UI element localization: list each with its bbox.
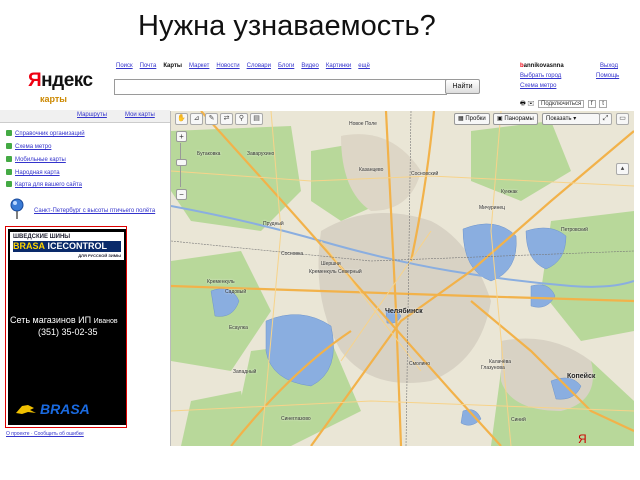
map-label: Есаулка	[229, 325, 248, 331]
ruler-tool-icon[interactable]: ⊿	[190, 113, 203, 125]
zoom-control[interactable]: + −	[176, 131, 187, 201]
svg-text:BRASA: BRASA	[40, 401, 90, 417]
tab-my-maps[interactable]: Мои карты	[125, 112, 155, 118]
show-layers-select[interactable]: Показать ▾	[542, 113, 600, 125]
sidebar-footer-links[interactable]: О проекте · Сообщить об ошибке	[6, 431, 84, 437]
map-label: Кременкуль Северный	[309, 269, 362, 275]
sidebar-tabs: Маршруты Мои карты	[0, 110, 170, 123]
ad-shops-text: Сеть магазинов ИП Иванов	[10, 315, 118, 325]
map-label: Сосновский	[411, 171, 439, 177]
hand-tool-icon[interactable]: ✋	[175, 113, 188, 125]
service-link[interactable]: Картинки	[326, 63, 351, 69]
services-nav: Поиск Почта Карты Маркет Новости Словари Блоги…	[116, 63, 377, 69]
ad-tagline: ШВЕДСКИЕ ШИНЫ	[13, 234, 71, 240]
slide-title: Нужна узнаваемость?	[138, 10, 436, 42]
map-label: Глазунова	[481, 365, 505, 371]
map-label: Заварухино	[247, 151, 275, 157]
traffic-button[interactable]: ▦ Пробки	[454, 113, 490, 125]
ad-phone: (351) 35-02-35	[38, 327, 98, 337]
city-label: Челябинск	[385, 308, 423, 315]
directory-icon	[6, 130, 12, 136]
map-label: Кунжак	[501, 189, 518, 195]
username-link[interactable]: bannikovasnna	[520, 63, 564, 69]
zoom-in-icon[interactable]: +	[176, 131, 187, 142]
kopeysk-label: Копейск	[567, 373, 596, 380]
map-toolbar: ✋ ⊿ ✎ ⇄ ⚲ ▤ ▦ Пробки ▣ Панорамы Показать…	[171, 111, 634, 125]
map-label: Казанцево	[359, 167, 384, 173]
link-tool-icon[interactable]: ⚲	[235, 113, 248, 125]
ad-brand: BRASA ICECONTROL	[13, 241, 121, 252]
logo-letter: Я	[28, 70, 42, 91]
zoom-slider-handle[interactable]	[176, 159, 187, 166]
map-viewport[interactable]: Новое Поле Бутаковка Заварухино Казанцев…	[170, 111, 634, 446]
service-link[interactable]: Блоги	[278, 63, 294, 69]
map-label: Синеглазово	[281, 416, 311, 422]
map-label: Бутаковка	[197, 151, 221, 157]
help-link[interactable]: Помощь	[596, 73, 619, 79]
map-label: Смолино	[409, 361, 430, 367]
service-link[interactable]: Маркет	[189, 63, 209, 69]
yandex-corner-logo: Я	[578, 432, 587, 446]
username-rest: annikovasnna	[523, 63, 564, 69]
twitter-icon[interactable]: t	[599, 100, 607, 108]
service-link[interactable]: Почта	[140, 63, 157, 69]
pencil-tool-icon[interactable]: ✎	[205, 113, 218, 125]
sidebar-item-metro[interactable]: Схема метро	[6, 143, 51, 150]
ad-header: ШВЕДСКИЕ ШИНЫ BRASA ICECONTROL ДЛЯ РУССК…	[10, 232, 124, 260]
tab-routes[interactable]: Маршруты	[77, 112, 107, 118]
print-tool-icon[interactable]: ▤	[250, 113, 263, 125]
map-label: Кременкуль	[207, 279, 235, 285]
ad-subline: ДЛЯ РУССКОЙ ЗИМЫ	[78, 253, 121, 258]
logout-link[interactable]: Выход	[600, 63, 618, 69]
sidebar-item-site-map[interactable]: Карта для вашего сайта	[6, 181, 82, 188]
service-link[interactable]: ещё	[358, 63, 370, 69]
metro-scheme-link[interactable]: Схема метро	[520, 83, 556, 89]
map-label: Петровский	[561, 227, 588, 233]
search-input[interactable]	[114, 79, 447, 95]
logo-subtitle: карты	[40, 94, 67, 104]
sidebar-item-mobile[interactable]: Мобильные карты	[6, 156, 66, 163]
mail-icon[interactable]: ✉	[527, 101, 534, 107]
service-link[interactable]: Новости	[216, 63, 239, 69]
map-label: Прудный	[263, 221, 284, 227]
panorama-button[interactable]: ▣ Панорамы	[493, 113, 538, 125]
service-link[interactable]: Карты	[163, 63, 182, 69]
map-label: Мичуринец	[479, 205, 505, 211]
service-link[interactable]: Поиск	[116, 63, 133, 69]
map-label: Сосновка	[281, 251, 304, 257]
print-icon[interactable]: 🖶	[520, 101, 526, 107]
share-bar: 🖶 ✉ Подключиться f t	[520, 99, 607, 109]
mobile-icon	[6, 156, 12, 162]
site-map-icon	[6, 181, 12, 187]
metro-icon	[6, 143, 12, 149]
map-label: Синий	[511, 417, 526, 423]
map-label: Западный	[233, 369, 257, 375]
scroll-up-icon[interactable]: ▴	[616, 163, 629, 175]
minimize-icon[interactable]: ▭	[616, 113, 629, 125]
service-link[interactable]: Словари	[247, 63, 271, 69]
bird-eye-link[interactable]: Санкт-Петербург с высоты птичьего полёта	[34, 208, 155, 214]
map-canvas	[171, 111, 634, 446]
map-label: Садовый	[225, 289, 247, 295]
find-button[interactable]: Найти	[445, 79, 480, 94]
connect-button[interactable]: Подключиться	[538, 100, 585, 108]
chevron-down-icon: ▾	[573, 116, 577, 122]
location-pin-icon	[10, 198, 24, 219]
people-map-icon	[6, 169, 12, 175]
logo-text: ндекс	[41, 70, 93, 91]
zoom-out-icon[interactable]: −	[176, 189, 187, 200]
sidebar-item-directory[interactable]: Справочник организаций	[6, 130, 85, 137]
map-label: Шершни	[321, 261, 341, 267]
sidebar-item-people-map[interactable]: Народная карта	[6, 169, 60, 176]
fullscreen-icon[interactable]: ⤢	[599, 113, 612, 125]
brasa-logo: BRASA	[16, 401, 90, 417]
yandex-logo[interactable]: Яндекс	[28, 70, 93, 92]
route-tool-icon[interactable]: ⇄	[220, 113, 233, 125]
service-link[interactable]: Видео	[301, 63, 319, 69]
facebook-icon[interactable]: f	[587, 100, 596, 108]
choose-city-link[interactable]: Выбрать город	[520, 73, 561, 79]
